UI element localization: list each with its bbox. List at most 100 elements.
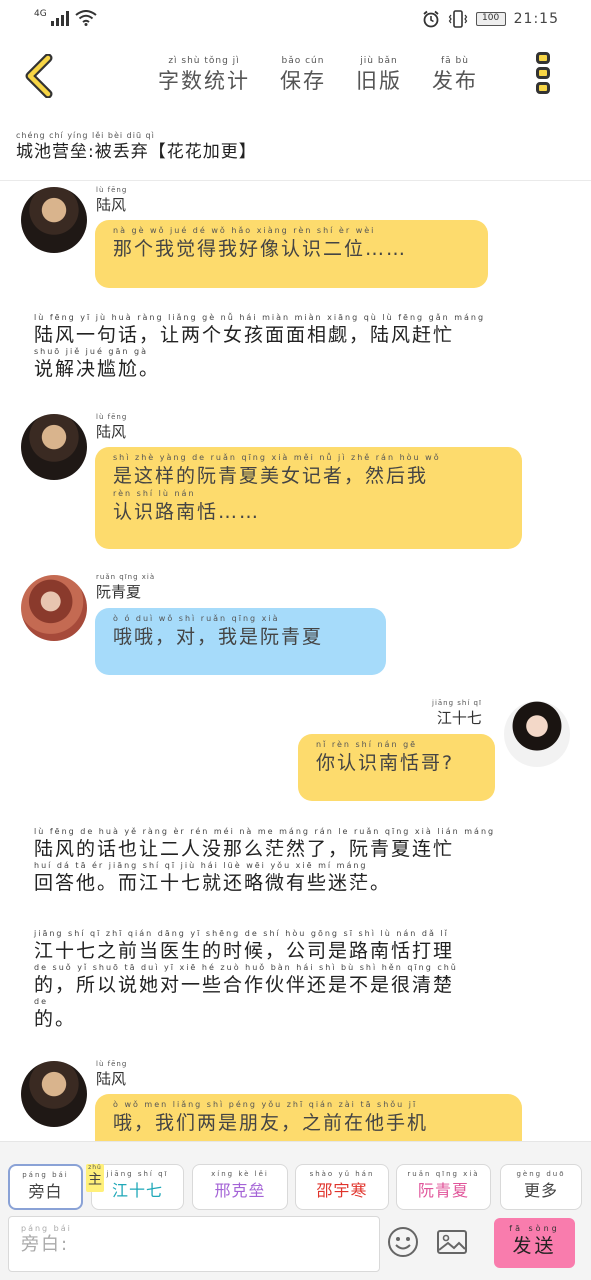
narration-pinyin: shuō jiě jué gān gà — [34, 347, 148, 356]
main-character-badge: zhǔ 主 — [86, 1164, 104, 1192]
status-right: 100 21:15 — [422, 10, 559, 28]
role-jiangshiqi[interactable]: jiāng shí qī 江十七 — [91, 1164, 184, 1210]
vibrate-icon — [448, 10, 467, 28]
message-text: 认识路南恬…… — [113, 501, 261, 523]
status-bar: 4G 100 21:15 — [0, 0, 591, 40]
avatar-ruanqingxia[interactable] — [21, 575, 87, 641]
more-icon[interactable] — [532, 52, 554, 102]
narration-text: 说解决尴尬。 — [34, 358, 161, 380]
save-pinyin: bǎo cún — [281, 56, 325, 66]
narration-pinyin: de — [34, 997, 48, 1006]
input-placeholder: 旁白: — [21, 1234, 70, 1255]
narration-pinyin: lù fēng de huà yě ràng èr rén méi nà me … — [34, 827, 496, 836]
alarm-icon — [423, 10, 439, 28]
speaker-name: ruǎn qīng xià 阮青夏 — [96, 572, 155, 601]
role-label: 更多 — [523, 1181, 558, 1200]
narration-text: 的，所以说她对一些合作伙伴还是不是很清楚 — [34, 974, 455, 996]
role-pinyin: shào yǔ hán — [309, 1170, 375, 1178]
message-bubble[interactable]: ò wǒ men liǎng shì péng yǒu zhī qián zài… — [95, 1094, 522, 1141]
narration-pinyin: de suǒ yǐ shuō tā duì yī xiē hé zuò huǒ … — [34, 963, 458, 972]
speaker-pinyin: lù fēng — [96, 413, 128, 421]
publish-button[interactable]: fā bù 发布 — [432, 56, 478, 95]
narration[interactable]: lù fēng de huà yě ràng èr rén méi nà me … — [34, 827, 554, 895]
avatar-jiangshiqi[interactable] — [504, 701, 570, 767]
send-label: 发送 — [512, 1235, 557, 1257]
word-count-button[interactable]: zì shù tǒng jì 字数统计 — [158, 56, 250, 95]
header: zì shù tǒng jì 字数统计 bǎo cún 保存 jiù bǎn 旧… — [0, 44, 591, 114]
save-button[interactable]: bǎo cún 保存 — [280, 56, 326, 95]
avatar-lufeng[interactable] — [21, 187, 87, 253]
role-label: 阮青夏 — [417, 1181, 469, 1200]
narration-text: 陆风一句话，让两个女孩面面相觑，陆风赶忙 — [34, 324, 455, 346]
role-label: 邵宇寒 — [316, 1181, 368, 1200]
save-label: 保存 — [280, 69, 326, 93]
role-xingkelei[interactable]: xíng kè lěi 邢克垒 — [192, 1164, 288, 1210]
composer-bar: páng bái 旁白 jiāng shí qī 江十七 xíng kè lěi… — [0, 1141, 591, 1280]
narration-text: 陆风的话也让二人没那么茫然了，阮青夏连忙 — [34, 838, 455, 860]
role-pinyin: jiāng shí qī — [106, 1170, 169, 1178]
speaker-pinyin: ruǎn qīng xià — [96, 573, 156, 581]
message-pinyin: nǐ rèn shí nán gē — [316, 740, 418, 749]
message-bubble[interactable]: ò ó duì wǒ shì ruǎn qīng xià 哦哦，对，我是阮青夏 — [95, 608, 386, 675]
message-bubble[interactable]: nà gè wǒ jué dé wǒ hǎo xiàng rèn shí èr … — [95, 220, 488, 288]
publish-pinyin: fā bù — [441, 56, 469, 66]
send-button[interactable]: fā sòng 发送 — [494, 1218, 575, 1268]
speaker-name: lù fēng 陆风 — [96, 412, 127, 441]
role-label: 旁白 — [28, 1182, 63, 1201]
narration-text: 回答他。而江十七就还略微有些迷茫。 — [34, 872, 392, 894]
role-more[interactable]: gèng duō 更多 — [500, 1164, 582, 1210]
message-bubble[interactable]: shì zhè yàng de ruǎn qīng xià měi nǚ jì … — [95, 447, 522, 549]
role-ruanqingxia[interactable]: ruǎn qīng xià 阮青夏 — [396, 1164, 491, 1210]
message-pinyin: ò wǒ men liǎng shì péng yǒu zhī qián zài… — [113, 1100, 418, 1109]
image-icon[interactable] — [434, 1224, 470, 1260]
narration[interactable]: lù fēng yī jù huà ràng liǎng gè nǚ hái m… — [34, 313, 554, 381]
message-text: 那个我觉得我好像认识二位…… — [113, 238, 408, 260]
chapter-title-pinyin: chéng chí yíng lěi bèi diū qì — [16, 131, 155, 140]
narration-text: 江十七之前当医生的时候，公司是路南恬打理 — [34, 940, 455, 962]
old-version-button[interactable]: jiù bǎn 旧版 — [356, 56, 402, 95]
old-version-label: 旧版 — [356, 69, 402, 93]
message-pinyin: nà gè wǒ jué dé wǒ hǎo xiàng rèn shí èr … — [113, 226, 376, 235]
message-pinyin: shì zhè yàng de ruǎn qīng xià měi nǚ jì … — [113, 453, 441, 462]
clock: 21:15 — [513, 11, 559, 27]
narration-pinyin: huí dá tā ér jiāng shí qī jiù hái lüè wē… — [34, 861, 368, 870]
narration-pinyin: jiāng shí qī zhī qián dāng yī shēng de s… — [34, 929, 449, 938]
role-label: 邢克垒 — [214, 1181, 266, 1200]
role-label: 江十七 — [111, 1181, 163, 1200]
narration-pinyin: lù fēng yī jù huà ràng liǎng gè nǚ hái m… — [34, 313, 486, 322]
network-type: 4G — [34, 9, 47, 19]
speaker-label: 陆风 — [96, 196, 127, 214]
top-nav: zì shù tǒng jì 字数统计 bǎo cún 保存 jiù bǎn 旧… — [158, 56, 478, 95]
chapter-title: chéng chí yíng lěi bèi diū qì 城池营垒:被丢弃【花… — [16, 130, 257, 163]
narration[interactable]: jiāng shí qī zhī qián dāng yī shēng de s… — [34, 929, 554, 1031]
speaker-name: lù fēng 陆风 — [96, 185, 127, 214]
role-shaoyuhan[interactable]: shào yǔ hán 邵宇寒 — [295, 1164, 389, 1210]
message-input[interactable]: páng bái 旁白: — [8, 1216, 380, 1272]
avatar-lufeng[interactable] — [21, 414, 87, 480]
message-text: 你认识南恬哥? — [316, 752, 455, 774]
message-text: 哦，我们两是朋友，之前在他手机 — [113, 1112, 429, 1134]
chat-area[interactable]: lù fēng 陆风 nà gè wǒ jué dé wǒ hǎo xiàng … — [0, 181, 591, 1141]
speaker-label: 陆风 — [96, 1070, 127, 1088]
role-pinyin: ruǎn qīng xià — [407, 1170, 480, 1178]
main-badge-pinyin: zhǔ — [88, 1164, 102, 1171]
back-chevron-icon — [25, 53, 53, 99]
back-button[interactable] — [20, 53, 60, 99]
role-narrator[interactable]: páng bái 旁白 — [8, 1164, 83, 1210]
publish-label: 发布 — [432, 69, 478, 93]
wifi-icon — [75, 10, 97, 26]
speaker-label: 阮青夏 — [96, 583, 142, 601]
message-text: 是这样的阮青夏美女记者，然后我 — [113, 465, 429, 487]
message-bubble[interactable]: nǐ rèn shí nán gē 你认识南恬哥? — [298, 734, 495, 801]
word-count-label: 字数统计 — [158, 69, 250, 93]
role-pinyin: xíng kè lěi — [211, 1170, 269, 1178]
word-count-pinyin: zì shù tǒng jì — [168, 56, 240, 66]
speaker-pinyin: lù fēng — [96, 1060, 128, 1068]
chapter-title-text: 城池营垒:被丢弃【花花加更】 — [16, 142, 257, 162]
emoji-icon[interactable] — [385, 1224, 421, 1260]
avatar-lufeng[interactable] — [21, 1061, 87, 1127]
message-pinyin: ò ó duì wǒ shì ruǎn qīng xià — [113, 614, 280, 623]
speaker-name: jiāng shí qī 江十七 — [432, 698, 482, 727]
role-selector: páng bái 旁白 jiāng shí qī 江十七 xíng kè lěi… — [8, 1164, 588, 1210]
role-pinyin: gèng duō — [516, 1170, 566, 1178]
